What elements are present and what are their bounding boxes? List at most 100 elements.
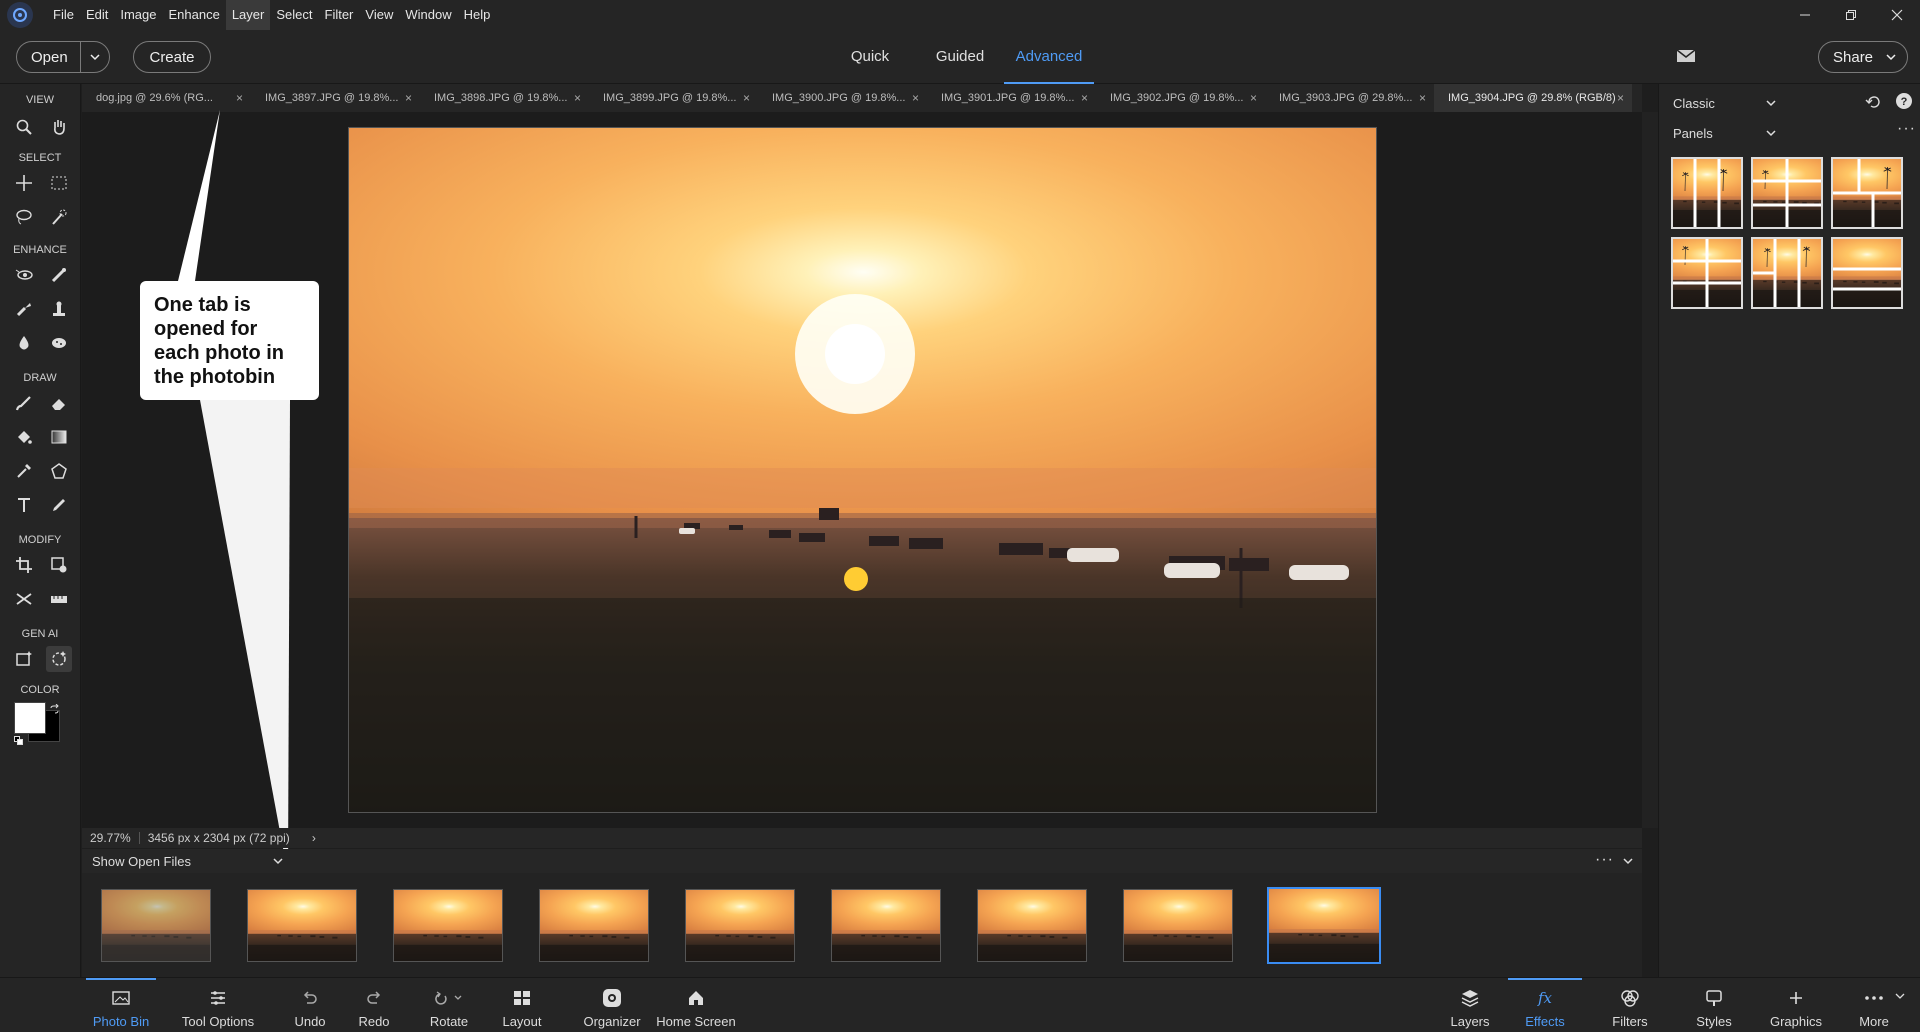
mail-icon[interactable] [1676, 48, 1696, 64]
doc-tab[interactable]: IMG_3897.JPG @ 19.8%... × [251, 84, 420, 112]
panel-layout-thumbnail[interactable] [1671, 157, 1743, 229]
minimize-button[interactable] [1782, 0, 1828, 30]
photo-bin-thumbnail[interactable] [539, 889, 649, 962]
close-tab-icon[interactable]: × [1250, 91, 1257, 105]
foreground-color-swatch[interactable] [14, 702, 46, 734]
close-window-button[interactable] [1874, 0, 1920, 30]
photo-bin-collapse-icon[interactable] [1622, 855, 1634, 867]
doc-tab[interactable]: IMG_3903.JPG @ 29.8%... × [1265, 84, 1434, 112]
close-tab-icon[interactable]: × [574, 91, 581, 105]
quick-selection-tool-icon[interactable] [46, 204, 72, 230]
content-aware-move-icon[interactable] [11, 586, 37, 612]
canvas-vertical-scrollbar[interactable] [1642, 112, 1658, 828]
default-colors-icon[interactable] [14, 736, 24, 746]
menu-filter[interactable]: Filter [319, 0, 360, 30]
custom-shape-tool-icon[interactable] [46, 458, 72, 484]
clone-stamp-icon[interactable] [46, 296, 72, 322]
tool-options-button[interactable]: Tool Options [176, 978, 260, 1032]
redo-button[interactable]: Redo [350, 978, 398, 1032]
pencil-tool-icon[interactable] [46, 492, 72, 518]
photo-bin-thumbnail[interactable] [247, 889, 357, 962]
photo-bin-thumbnail[interactable] [393, 889, 503, 962]
swap-colors-icon[interactable] [49, 704, 60, 715]
more-chevron-icon[interactable] [1894, 990, 1906, 1002]
show-open-files-dropdown[interactable]: Show Open Files [82, 854, 272, 869]
more-button[interactable]: More [1850, 978, 1898, 1032]
share-button[interactable]: Share [1818, 41, 1908, 73]
home-screen-button[interactable]: Home Screen [654, 978, 738, 1032]
lasso-tool-icon[interactable] [11, 204, 37, 230]
eraser-tool-icon[interactable] [46, 390, 72, 416]
doc-tab-active[interactable]: IMG_3904.JPG @ 29.8% (RGB/8) × [1434, 84, 1632, 112]
doc-tab[interactable]: IMG_3899.JPG @ 19.8%... × [589, 84, 758, 112]
doc-tab[interactable]: IMG_3898.JPG @ 19.8%... × [420, 84, 589, 112]
doc-tab[interactable]: dog.jpg @ 29.6% (RG... × [82, 84, 251, 112]
close-tab-icon[interactable]: × [1617, 91, 1624, 105]
smart-brush-icon[interactable] [11, 296, 37, 322]
doc-tab[interactable]: IMG_3901.JPG @ 19.8%... × [927, 84, 1096, 112]
close-tab-icon[interactable]: × [236, 91, 243, 105]
move-tool-icon[interactable] [11, 170, 37, 196]
document-photo[interactable] [348, 127, 1377, 813]
status-expand-icon[interactable]: › [298, 831, 324, 845]
panel-layout-thumbnail[interactable] [1751, 237, 1823, 309]
menu-window[interactable]: Window [399, 0, 457, 30]
close-tab-icon[interactable]: × [1081, 91, 1088, 105]
menu-edit[interactable]: Edit [80, 0, 114, 30]
rotate-button[interactable]: Rotate [420, 978, 478, 1032]
organizer-button[interactable]: Organizer [576, 978, 648, 1032]
menu-help[interactable]: Help [458, 0, 497, 30]
restore-button[interactable] [1828, 0, 1874, 30]
recompose-tool-icon[interactable] [46, 552, 72, 578]
photo-bin-thumbnail-selected[interactable] [1267, 887, 1381, 964]
panel-layout-thumbnail[interactable] [1751, 157, 1823, 229]
tab-advanced[interactable]: Advanced [1004, 30, 1094, 84]
menu-select[interactable]: Select [270, 0, 318, 30]
brush-tool-icon[interactable] [11, 390, 37, 416]
generative-remove-icon[interactable] [46, 646, 72, 672]
tab-quick[interactable]: Quick [845, 30, 895, 84]
close-tab-icon[interactable]: × [405, 91, 412, 105]
menu-layer[interactable]: Layer [225, 0, 271, 30]
generative-fill-icon[interactable] [11, 646, 37, 672]
effects-category-dropdown[interactable]: Panels [1673, 120, 1903, 146]
graphics-button[interactable]: Graphics [1764, 978, 1828, 1032]
close-tab-icon[interactable]: × [1419, 91, 1426, 105]
show-open-files-chevron-icon[interactable] [272, 855, 284, 867]
blur-tool-icon[interactable] [11, 330, 37, 356]
photo-bin-button[interactable]: Photo Bin [86, 978, 156, 1032]
spot-healing-brush-icon[interactable] [46, 262, 72, 288]
help-icon[interactable]: ? [1895, 92, 1913, 110]
photo-bin-thumbnail[interactable] [1123, 889, 1233, 962]
layout-button[interactable]: Layout [496, 978, 548, 1032]
photo-bin-more-icon[interactable]: ··· [1595, 851, 1614, 869]
tab-guided[interactable]: Guided [930, 30, 990, 84]
open-button[interactable]: Open [16, 41, 110, 73]
styles-button[interactable]: Styles [1688, 978, 1740, 1032]
menu-view[interactable]: View [359, 0, 399, 30]
effects-button[interactable]: fx Effects [1508, 978, 1582, 1032]
crop-tool-icon[interactable] [11, 552, 37, 578]
gradient-tool-icon[interactable] [46, 424, 72, 450]
menu-enhance[interactable]: Enhance [163, 0, 226, 30]
zoom-tool-icon[interactable] [11, 114, 37, 140]
eyedropper-tool-icon[interactable] [11, 458, 37, 484]
straighten-tool-icon[interactable] [46, 586, 72, 612]
close-tab-icon[interactable]: × [743, 91, 750, 105]
menu-file[interactable]: File [47, 0, 80, 30]
paint-bucket-icon[interactable] [11, 424, 37, 450]
open-button-label[interactable]: Open [17, 42, 81, 72]
create-button[interactable]: Create [133, 41, 211, 73]
marquee-tool-icon[interactable] [46, 170, 72, 196]
open-dropdown-chevron-icon[interactable] [81, 51, 109, 63]
reset-panels-icon[interactable] [1865, 94, 1883, 110]
red-eye-tool-icon[interactable] [11, 262, 37, 288]
photo-bin-thumbnail[interactable] [977, 889, 1087, 962]
type-tool-icon[interactable] [11, 492, 37, 518]
sponge-tool-icon[interactable] [46, 330, 72, 356]
layers-button[interactable]: Layers [1444, 978, 1496, 1032]
close-tab-icon[interactable]: × [912, 91, 919, 105]
panel-layout-thumbnail[interactable] [1671, 237, 1743, 309]
filters-button[interactable]: Filters [1604, 978, 1656, 1032]
panel-layout-thumbnail[interactable] [1831, 237, 1903, 309]
